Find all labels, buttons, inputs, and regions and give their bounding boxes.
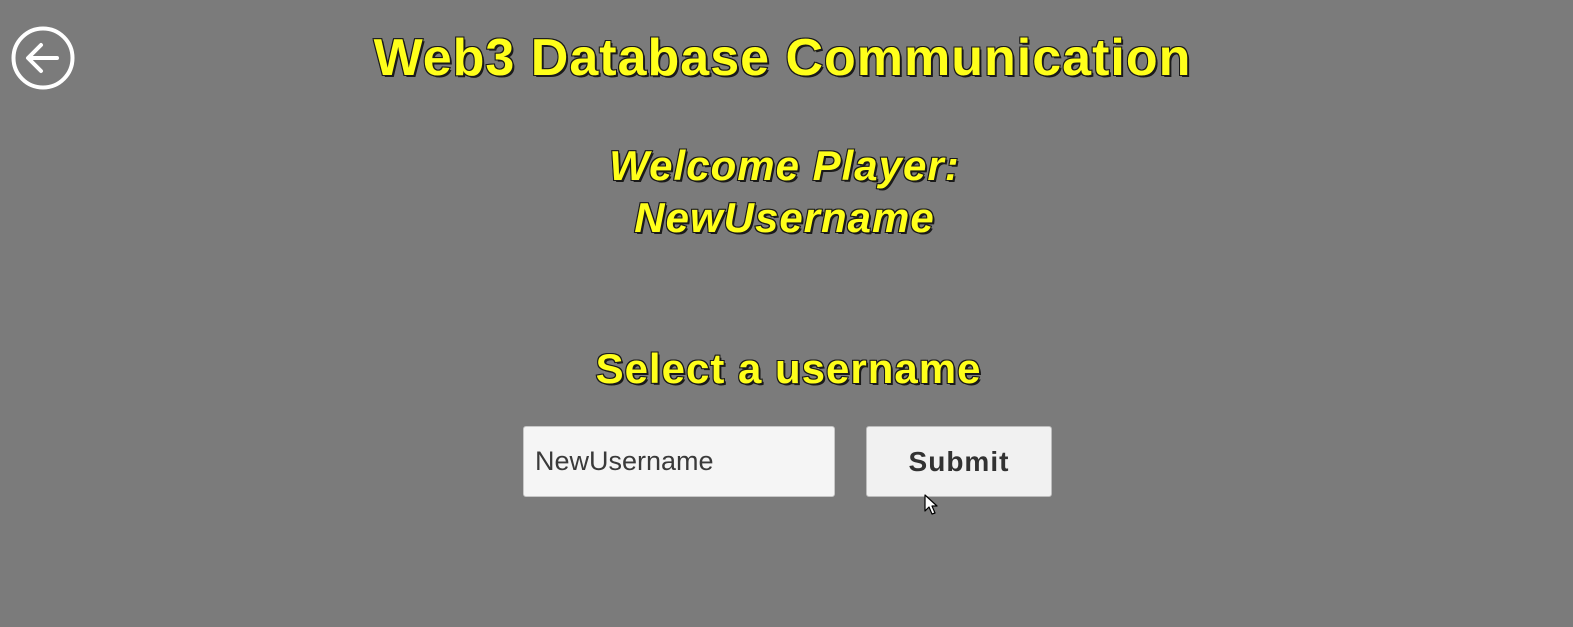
welcome-username: NewUsername xyxy=(633,193,935,242)
username-input[interactable] xyxy=(523,426,835,497)
select-username-label: Select a username xyxy=(0,343,1573,395)
welcome-message: Welcome Player: NewUsername xyxy=(0,140,1573,244)
welcome-label: Welcome Player: xyxy=(608,141,960,190)
page-title-text: Web3 Database Communication xyxy=(373,28,1192,88)
mouse-cursor-icon xyxy=(924,494,938,515)
select-username-text: Select a username xyxy=(595,344,982,393)
submit-button[interactable]: Submit xyxy=(866,426,1052,497)
page-title: Web3 Database Communication xyxy=(0,28,1573,88)
